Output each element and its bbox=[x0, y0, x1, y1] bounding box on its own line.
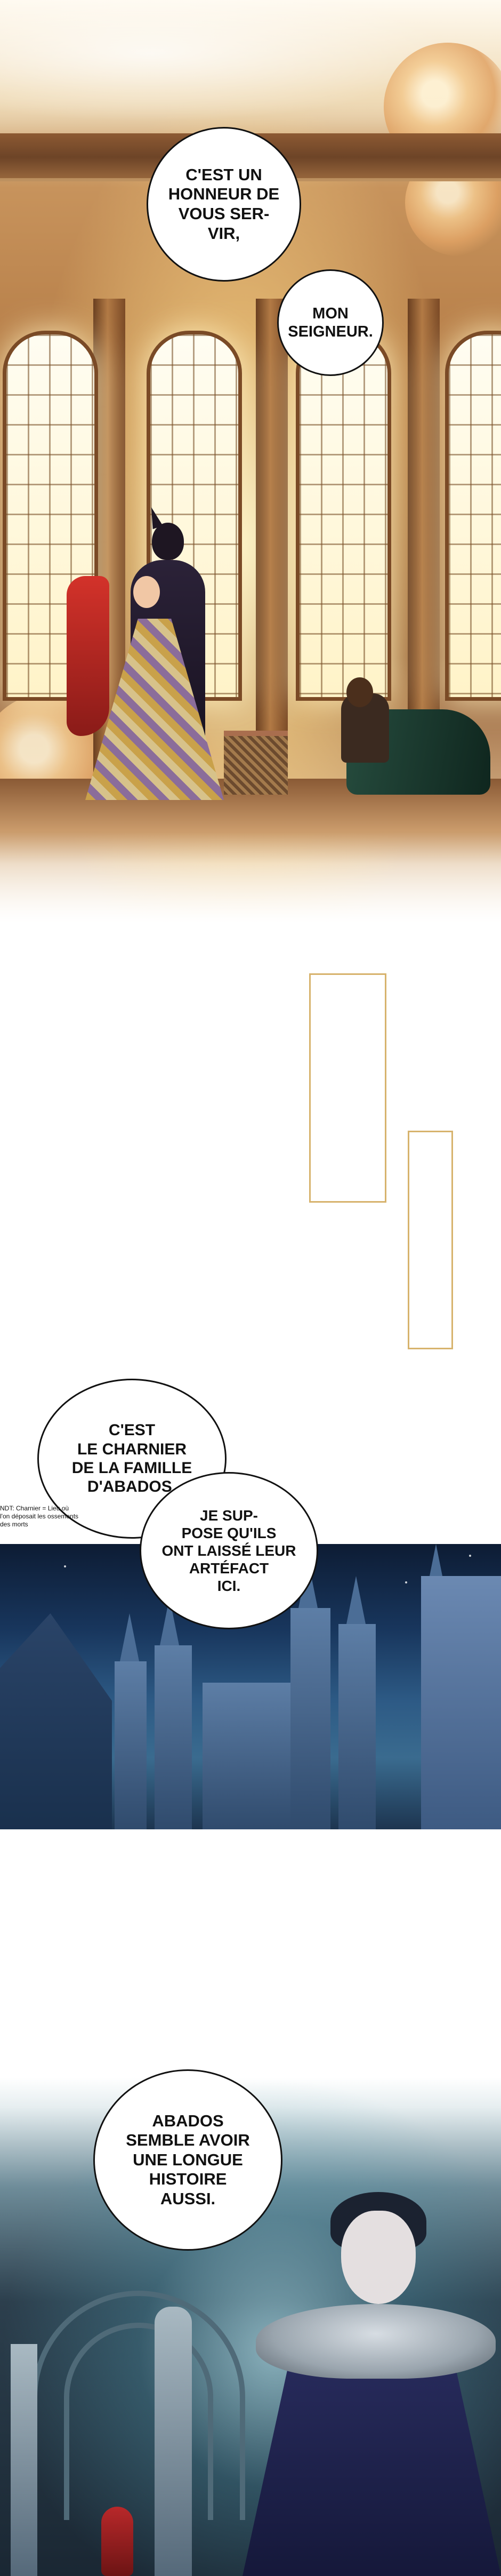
kneeling-knight-head bbox=[346, 677, 373, 707]
panel-throne-hall: C'EST UN HONNEUR DE VOUS SER- VIR, MON S… bbox=[0, 0, 501, 939]
translator-note: NDT: Charnier = Lieu où l'on déposait le… bbox=[0, 1505, 79, 1528]
castle-tower bbox=[338, 1624, 376, 1829]
star bbox=[469, 1555, 471, 1557]
lady-red-hair bbox=[101, 2507, 133, 2576]
lady-red-hair bbox=[67, 576, 109, 736]
window bbox=[296, 331, 391, 701]
gold-frame bbox=[309, 973, 386, 1203]
speech-bubble: MON SEIGNEUR. bbox=[277, 269, 384, 376]
dark-knight-head bbox=[152, 523, 184, 560]
speech-bubble: C'EST UN HONNEUR DE VOUS SER- VIR, bbox=[147, 127, 301, 282]
speech-bubble: JE SUP- POSE QU'ILS ONT LAISSÉ LEUR ARTÉ… bbox=[140, 1472, 318, 1629]
hero-face bbox=[341, 2211, 416, 2304]
speech-text: C'EST LE CHARNIER DE LA FAMILLE D'ABADOS… bbox=[71, 1421, 192, 1496]
small-table bbox=[224, 731, 288, 795]
speech-text: JE SUP- POSE QU'ILS ONT LAISSÉ LEUR ARTÉ… bbox=[161, 1507, 296, 1595]
castle-spire bbox=[346, 1576, 366, 1624]
castle-tower bbox=[155, 1645, 192, 1829]
stone-pillar bbox=[11, 2344, 37, 2576]
speech-bubble: ABADOS SEMBLE AVOIR UNE LONGUE HISTOIRE … bbox=[93, 2069, 282, 2251]
lady-head bbox=[133, 576, 160, 608]
speech-text: MON SEIGNEUR. bbox=[288, 305, 373, 340]
castle-spire bbox=[120, 1613, 139, 1661]
fade-out bbox=[0, 832, 501, 939]
pillar bbox=[256, 299, 288, 795]
foreground-building bbox=[421, 1576, 501, 1829]
foreground-house bbox=[0, 1613, 112, 1829]
speech-text: ABADOS SEMBLE AVOIR UNE LONGUE HISTOIRE … bbox=[126, 2111, 250, 2208]
castle-tower bbox=[115, 1661, 147, 1829]
gold-frame bbox=[408, 1131, 453, 1349]
castle-tower bbox=[290, 1608, 330, 1829]
hero-fur-collar bbox=[256, 2304, 496, 2379]
star bbox=[405, 1581, 407, 1583]
window bbox=[445, 331, 501, 701]
star bbox=[64, 1565, 66, 1567]
speech-text: C'EST UN HONNEUR DE VOUS SER- VIR, bbox=[168, 165, 280, 243]
stone-statue bbox=[155, 2307, 192, 2576]
